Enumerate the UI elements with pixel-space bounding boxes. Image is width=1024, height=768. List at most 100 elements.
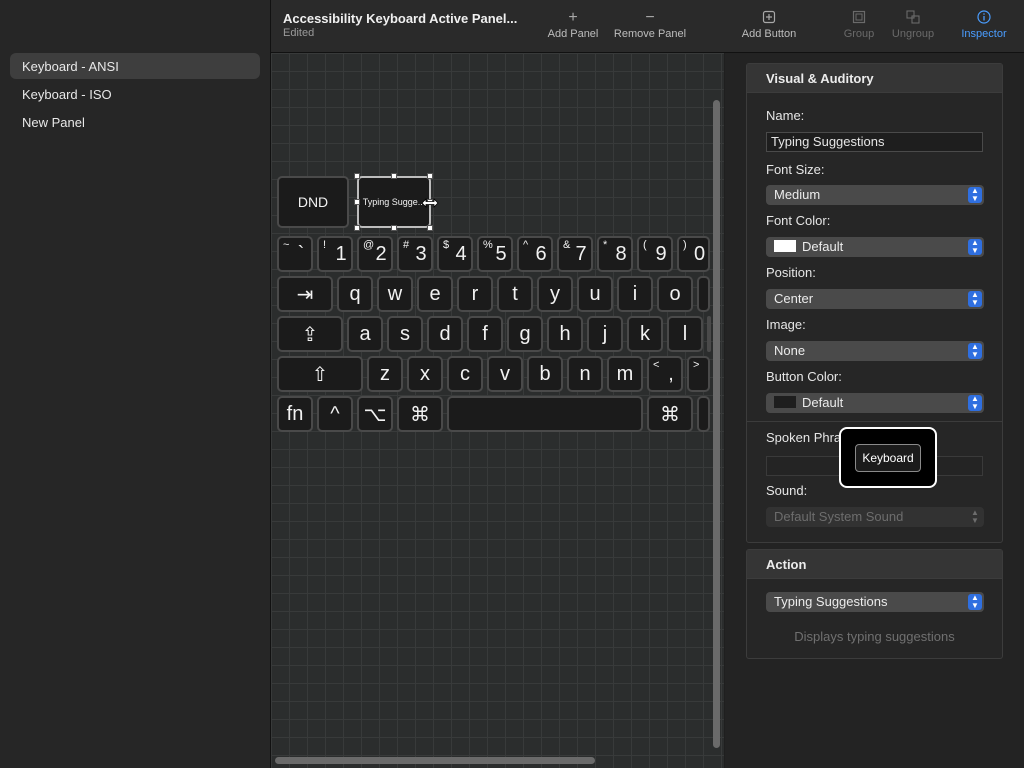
key-q[interactable]: q: [337, 276, 373, 312]
key-6[interactable]: ^ 6: [517, 236, 553, 272]
add-button-icon: [739, 8, 799, 28]
resize-handle[interactable]: [391, 173, 397, 179]
key-v[interactable]: v: [487, 356, 523, 392]
button-color-popup[interactable]: Default ▲ ▼: [766, 393, 984, 413]
key-f[interactable]: f: [467, 316, 503, 352]
key-char: 8: [615, 242, 627, 265]
group-button[interactable]: Group: [841, 8, 877, 40]
key-tab[interactable]: ⇥: [277, 276, 333, 312]
key-char: 9: [655, 242, 667, 265]
sidebar-item-keyboard-ansi[interactable]: Keyboard - ANSI: [10, 53, 260, 79]
key-o[interactable]: o: [657, 276, 693, 312]
key-caps-lock[interactable]: ⇪: [277, 316, 343, 352]
key-s[interactable]: s: [387, 316, 423, 352]
canvas-horizontal-scrollbar[interactable]: [275, 757, 595, 764]
resize-handle[interactable]: [427, 225, 433, 231]
key-command-left[interactable]: ⌘: [397, 396, 443, 432]
key-d[interactable]: d: [427, 316, 463, 352]
key-5[interactable]: % 5: [477, 236, 513, 272]
key-shift-left[interactable]: ⇧: [277, 356, 363, 392]
key-command-right[interactable]: ⌘: [647, 396, 693, 432]
key-a[interactable]: a: [347, 316, 383, 352]
plus-icon: +: [568, 9, 578, 26]
image-popup[interactable]: None ▲ ▼: [766, 341, 984, 361]
resize-handle[interactable]: [354, 199, 360, 205]
key-m[interactable]: m: [607, 356, 643, 392]
key-g[interactable]: g: [507, 316, 543, 352]
remove-panel-button[interactable]: − Remove Panel: [613, 8, 687, 40]
sidebar-item-keyboard-iso[interactable]: Keyboard - ISO: [10, 81, 260, 107]
key-char: j: [602, 322, 608, 345]
key-option[interactable]: ⌥: [357, 396, 393, 432]
key-fn[interactable]: fn: [277, 396, 313, 432]
up-down-chevron-icon: ▲ ▼: [968, 187, 982, 203]
key-z[interactable]: z: [367, 356, 403, 392]
dnd-key-label: DND: [297, 194, 329, 210]
key-0[interactable]: ) 0: [677, 236, 710, 272]
inspector-button[interactable]: Inspector: [957, 8, 1011, 40]
key-e[interactable]: e: [417, 276, 453, 312]
key-2[interactable]: @2: [357, 236, 393, 272]
up-down-chevron-icon: ▲ ▼: [968, 395, 982, 411]
dnd-key[interactable]: DND: [277, 176, 349, 228]
key-shift-char: ~: [283, 239, 290, 251]
font-size-popup[interactable]: Medium ▲ ▼: [766, 185, 984, 205]
font-size-label: Font Size:: [766, 162, 825, 177]
font-color-label: Font Color:: [766, 213, 831, 228]
key-4[interactable]: $4: [437, 236, 473, 272]
key-t[interactable]: t: [497, 276, 533, 312]
key-1[interactable]: ! 1: [317, 236, 353, 272]
key-semicolon-partial[interactable]: [707, 316, 711, 352]
sidebar-item-new-panel[interactable]: New Panel: [10, 109, 260, 135]
action-popup[interactable]: Typing Suggestions ▲ ▼: [766, 592, 984, 612]
key-shift-char: $: [443, 239, 450, 251]
ungroup-label: Ungroup: [891, 28, 935, 40]
key-w[interactable]: w: [377, 276, 413, 312]
add-button-label: Add Button: [741, 28, 797, 40]
key-space[interactable]: [447, 396, 643, 432]
key-u[interactable]: u: [577, 276, 613, 312]
key-p-partial[interactable]: [697, 276, 710, 312]
key-9[interactable]: (9: [637, 236, 673, 272]
key-option-right-partial[interactable]: [697, 396, 710, 432]
button-color-value: Default: [802, 395, 844, 410]
key-c[interactable]: c: [447, 356, 483, 392]
key-3[interactable]: #3: [397, 236, 433, 272]
key-shift-char: ): [683, 239, 687, 251]
keyboard-tooltip-button[interactable]: Keyboard: [855, 444, 921, 472]
key-period-partial[interactable]: >: [687, 356, 710, 392]
key-x[interactable]: x: [407, 356, 443, 392]
key-char: e: [429, 282, 441, 305]
key-n[interactable]: n: [567, 356, 603, 392]
key-i[interactable]: i: [617, 276, 653, 312]
canvas-vertical-scrollbar[interactable]: [713, 100, 720, 748]
key-h[interactable]: h: [547, 316, 583, 352]
add-panel-button[interactable]: + Add Panel: [545, 8, 601, 40]
sound-popup[interactable]: Default System Sound ▲ ▼: [766, 507, 984, 527]
key-comma[interactable]: <,: [647, 356, 683, 392]
sidebar-item-label: Keyboard - ANSI: [22, 58, 119, 74]
key-shift-char: (: [643, 239, 647, 251]
key-j[interactable]: j: [587, 316, 623, 352]
resize-handle[interactable]: [427, 173, 433, 179]
key-y[interactable]: y: [537, 276, 573, 312]
name-field[interactable]: Typing Suggestions: [766, 132, 983, 152]
font-color-popup[interactable]: Default ▲ ▼: [766, 237, 984, 257]
key-backtick[interactable]: ~ `: [277, 236, 313, 272]
key-b[interactable]: b: [527, 356, 563, 392]
key-r[interactable]: r: [457, 276, 493, 312]
resize-handle[interactable]: [354, 173, 360, 179]
keyboard-tooltip[interactable]: Keyboard: [839, 427, 937, 488]
key-k[interactable]: k: [627, 316, 663, 352]
ungroup-button[interactable]: Ungroup: [889, 8, 937, 40]
key-control[interactable]: ^: [317, 396, 353, 432]
key-l[interactable]: l: [667, 316, 703, 352]
typing-suggestions-key[interactable]: Typing Sugge...: [357, 176, 431, 228]
key-7[interactable]: & 7: [557, 236, 593, 272]
key-8[interactable]: * 8: [597, 236, 633, 272]
resize-handle[interactable]: [354, 225, 360, 231]
resize-handle[interactable]: [391, 225, 397, 231]
key-char: x: [420, 362, 430, 385]
position-popup[interactable]: Center ▲ ▼: [766, 289, 984, 309]
add-button-button[interactable]: Add Button: [739, 8, 799, 40]
